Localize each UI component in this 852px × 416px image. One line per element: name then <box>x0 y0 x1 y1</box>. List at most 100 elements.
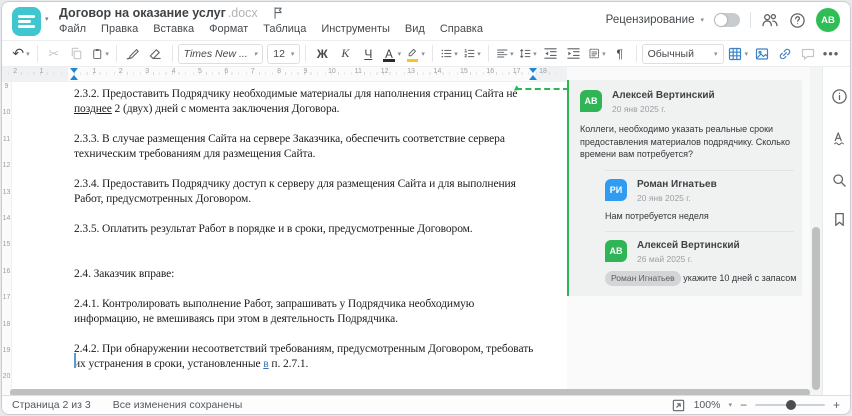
insert-table-button[interactable]: ▾ <box>725 43 751 65</box>
font-color-button[interactable]: А ▾ <box>380 43 403 65</box>
help-icon[interactable] <box>789 12 806 29</box>
show-marks-button[interactable]: ¶ <box>609 43 631 65</box>
menubar: Файл Правка Вставка Формат Таблица Инструмент… <box>59 23 483 35</box>
horizontal-ruler[interactable]: 2 1 1 2 3 4 5 6 7 8 9 10 11 12 13 14 15 16 17 18 <box>2 67 567 82</box>
comment-avatar: АВ <box>580 90 602 112</box>
menu-item[interactable]: Таблица <box>263 23 306 35</box>
underline-button[interactable]: Ч <box>357 43 379 65</box>
right-indent-marker-bottom[interactable] <box>529 75 537 80</box>
comment-thread-card[interactable]: АВ Алексей Вертинский 20 янв 2025 г. Кол… <box>567 80 802 296</box>
insert-comment-button[interactable] <box>797 43 819 65</box>
increase-indent-button[interactable] <box>563 43 585 65</box>
zoom-out-button[interactable]: − <box>740 398 747 412</box>
ruler-number: 11 <box>2 135 11 143</box>
paragraph-settings-button[interactable]: ▾ <box>586 43 608 65</box>
paragraph-2-4-1: 2.4.1. Контролировать выполнение Работ, … <box>74 298 475 325</box>
font-family-dropdown[interactable]: Times New ... ▾ <box>177 43 264 64</box>
comment-reply[interactable]: РИ Роман Игнатьев 20 янв 2025 г. Нам пот… <box>605 169 794 223</box>
format-painter-button[interactable] <box>122 43 144 65</box>
comment-date: 26 май 2025 г. <box>637 254 693 264</box>
ruler-number: 17 <box>503 68 530 75</box>
clear-style-button[interactable] <box>145 43 167 65</box>
logo-menu-caret-icon[interactable]: ▾ <box>45 15 49 23</box>
zoom-dropdown-caret-icon[interactable]: ▾ <box>728 401 732 409</box>
collaboration-users-icon[interactable] <box>761 11 779 29</box>
zoom-slider[interactable] <box>754 400 825 410</box>
page-indicator[interactable]: Страница 2 из 3 <box>12 399 91 411</box>
ruler-number: 12 <box>2 162 11 170</box>
paragraph-2-3-3: 2.3.3. В случае размещения Сайта на серв… <box>74 133 505 160</box>
undo-button[interactable]: ↶ ▾ <box>10 43 32 65</box>
bookmark-button[interactable] <box>830 210 848 228</box>
save-status: Все изменения сохранены <box>112 399 243 411</box>
mention-chip[interactable]: Роман Игнатьев <box>605 271 681 286</box>
comment-author: Алексей Вертинский <box>637 240 740 251</box>
ruler-number: 9 <box>292 68 319 75</box>
ruler-number: 13 <box>2 188 11 196</box>
fit-page-button[interactable] <box>671 398 686 413</box>
menu-item[interactable]: Вставка <box>153 23 194 35</box>
ruler-number: 13 <box>397 68 425 75</box>
spellcheck-button[interactable] <box>830 129 848 147</box>
ruler-number: 5 <box>186 68 214 75</box>
menu-item[interactable]: Формат <box>209 23 248 35</box>
comment-avatar: РИ <box>605 178 627 201</box>
line-spacing-button[interactable]: ▾ <box>517 43 539 65</box>
copy-button[interactable] <box>66 43 88 65</box>
ruler-number: 2 <box>2 68 29 75</box>
paragraph-2-4-2: 2.4.2. При обнаружении несоответствий тр… <box>74 343 534 370</box>
tracked-insertion: позднее <box>74 103 112 115</box>
zoom-value[interactable]: 100% <box>694 399 721 411</box>
numbered-list-button[interactable]: ▾ <box>461 43 483 65</box>
italic-button[interactable]: К <box>334 43 356 65</box>
ruler-number: 11 <box>345 68 372 75</box>
review-mode-label: Рецензирование <box>605 14 695 26</box>
flag-icon[interactable] <box>272 6 286 20</box>
comment-text: Нам потребуется неделя <box>605 210 709 221</box>
right-indent-marker[interactable] <box>529 68 537 73</box>
decrease-indent-button[interactable] <box>540 43 562 65</box>
zoom-slider-knob[interactable] <box>785 400 796 410</box>
highlight-color-button[interactable]: ▾ <box>404 43 427 65</box>
review-toggle[interactable] <box>714 13 740 27</box>
insert-image-button[interactable] <box>751 43 773 65</box>
paste-button[interactable]: ▾ <box>89 43 111 65</box>
search-button[interactable] <box>830 171 848 189</box>
left-indent-marker-bottom[interactable] <box>70 75 78 80</box>
menu-item[interactable]: Справка <box>440 23 483 35</box>
menu-item[interactable]: Инструменты <box>321 23 390 35</box>
info-panel-button[interactable] <box>830 87 848 105</box>
more-tools-button[interactable]: ••• <box>820 43 842 65</box>
app-logo-icon[interactable] <box>12 7 41 36</box>
paragraph-style-dropdown[interactable]: Обычный ▾ <box>641 43 724 64</box>
vertical-scrollbar[interactable] <box>810 67 822 397</box>
scrollbar-thumb[interactable] <box>812 227 820 390</box>
comment-author: Алексей Вертинский <box>612 90 715 101</box>
menu-item[interactable]: Вид <box>405 23 425 35</box>
comment-avatar: АВ <box>605 240 627 262</box>
menu-item[interactable]: Файл <box>59 23 86 35</box>
divider <box>750 12 751 28</box>
bullet-list-button[interactable]: ▾ <box>438 43 460 65</box>
paragraph-2-3-2: 2.3.2. Предоставить Подрядчику необходим… <box>74 88 518 115</box>
ruler-number: 12 <box>371 68 398 75</box>
insert-link-button[interactable] <box>774 43 796 65</box>
comment-anchor-line <box>516 88 569 90</box>
zoom-in-button[interactable]: + <box>833 398 840 412</box>
bold-button[interactable]: Ж <box>311 43 333 65</box>
align-button[interactable]: ▾ <box>494 43 516 65</box>
ruler-number: 14 <box>2 214 11 222</box>
paragraph-2-3-5: 2.3.5. Оплатить результат Работ в порядк… <box>74 223 473 235</box>
paragraph-2-3-4: 2.3.4. Предоставить Подрядчику доступ к … <box>74 178 516 205</box>
ruler-number: 8 <box>265 68 293 75</box>
ruler-number: 15 <box>450 68 478 75</box>
menu-item[interactable]: Правка <box>101 23 138 35</box>
review-mode-dropdown[interactable]: Рецензирование ▾ <box>606 14 704 26</box>
cut-button[interactable]: ✂ <box>43 43 65 65</box>
user-avatar[interactable]: АВ <box>816 8 840 32</box>
vertical-ruler[interactable]: 9 10 11 12 13 14 15 16 17 18 19 20 <box>2 82 12 397</box>
left-indent-marker[interactable] <box>70 68 78 73</box>
document-page[interactable]: 2.3.2. Предоставить Подрядчику необходим… <box>12 82 567 397</box>
font-size-dropdown[interactable]: 12 ▾ <box>267 43 301 64</box>
comment-reply[interactable]: АВ Алексей Вертинский 26 май 2025 г. Ром… <box>605 231 796 286</box>
